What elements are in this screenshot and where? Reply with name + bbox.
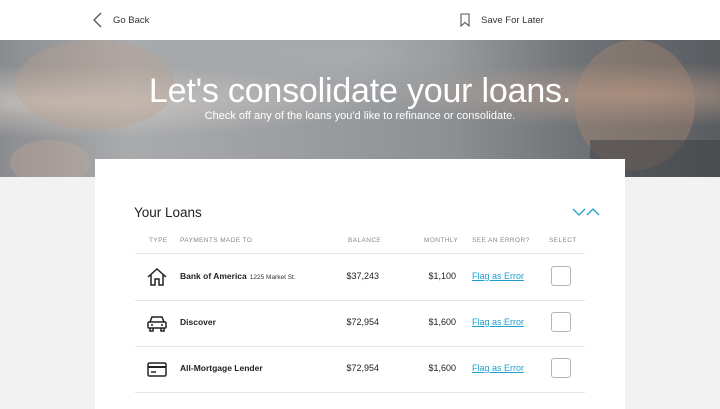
monthly-value: $1,100 [428, 271, 456, 281]
column-see-an-error: SEE AN ERROR? [472, 237, 530, 244]
lender-address: 1225 Market St. [249, 274, 296, 281]
column-payments-made-to: PAYMENTS MADE TO [180, 237, 253, 244]
save-for-later-label: Save For Later [481, 14, 544, 26]
bookmark-icon [460, 13, 470, 27]
table-row: Discover $72,954 $1,600 Flag as Error [135, 300, 585, 347]
balance-value: $37,243 [346, 271, 379, 281]
loans-card: Your Loans TYPE PAYMENTS MADE TO BALANCE… [95, 159, 625, 409]
flag-as-error-link[interactable]: Flag as Error [472, 271, 524, 281]
go-back-button[interactable]: Go Back [93, 10, 149, 30]
table-row: Bank of America 1225 Market St. $37,243 $… [135, 254, 585, 301]
select-checkbox[interactable] [551, 266, 571, 286]
balance-value: $72,954 [346, 317, 379, 327]
collapse-toggle-icon[interactable] [572, 207, 604, 217]
house-icon [147, 267, 167, 286]
monthly-value: $1,600 [428, 317, 456, 327]
select-checkbox[interactable] [551, 358, 571, 378]
car-icon [147, 316, 167, 332]
column-monthly: MONTHLY [424, 237, 459, 244]
credit-card-icon [147, 362, 167, 377]
select-checkbox[interactable] [551, 312, 571, 332]
column-balance: BALANCE [348, 237, 382, 244]
loans-title: Your Loans [134, 205, 202, 220]
top-bar: Go Back Save For Later [0, 0, 720, 40]
column-select: SELECT [549, 237, 577, 244]
lender-name: Bank of America 1225 Market St. [180, 271, 296, 281]
chevron-left-icon [93, 12, 102, 28]
go-back-label: Go Back [113, 14, 150, 26]
hero-subtitle: Check off any of the loans you'd like to… [204, 110, 516, 122]
lender-name: All-Mortgage Lender [180, 363, 263, 373]
flag-as-error-link[interactable]: Flag as Error [472, 317, 524, 327]
flag-as-error-link[interactable]: Flag as Error [472, 363, 524, 373]
balance-value: $72,954 [346, 363, 379, 373]
table-row: All-Mortgage Lender $72,954 $1,600 Flag … [135, 346, 585, 393]
lender-name: Discover [180, 317, 216, 327]
hero-banner: Let's consolidate your loans. Check off … [0, 40, 720, 177]
monthly-value: $1,600 [428, 363, 456, 373]
hero-title: Let's consolidate your loans. [148, 72, 572, 110]
save-for-later-button[interactable]: Save For Later [460, 10, 544, 30]
column-type: TYPE [149, 237, 168, 244]
